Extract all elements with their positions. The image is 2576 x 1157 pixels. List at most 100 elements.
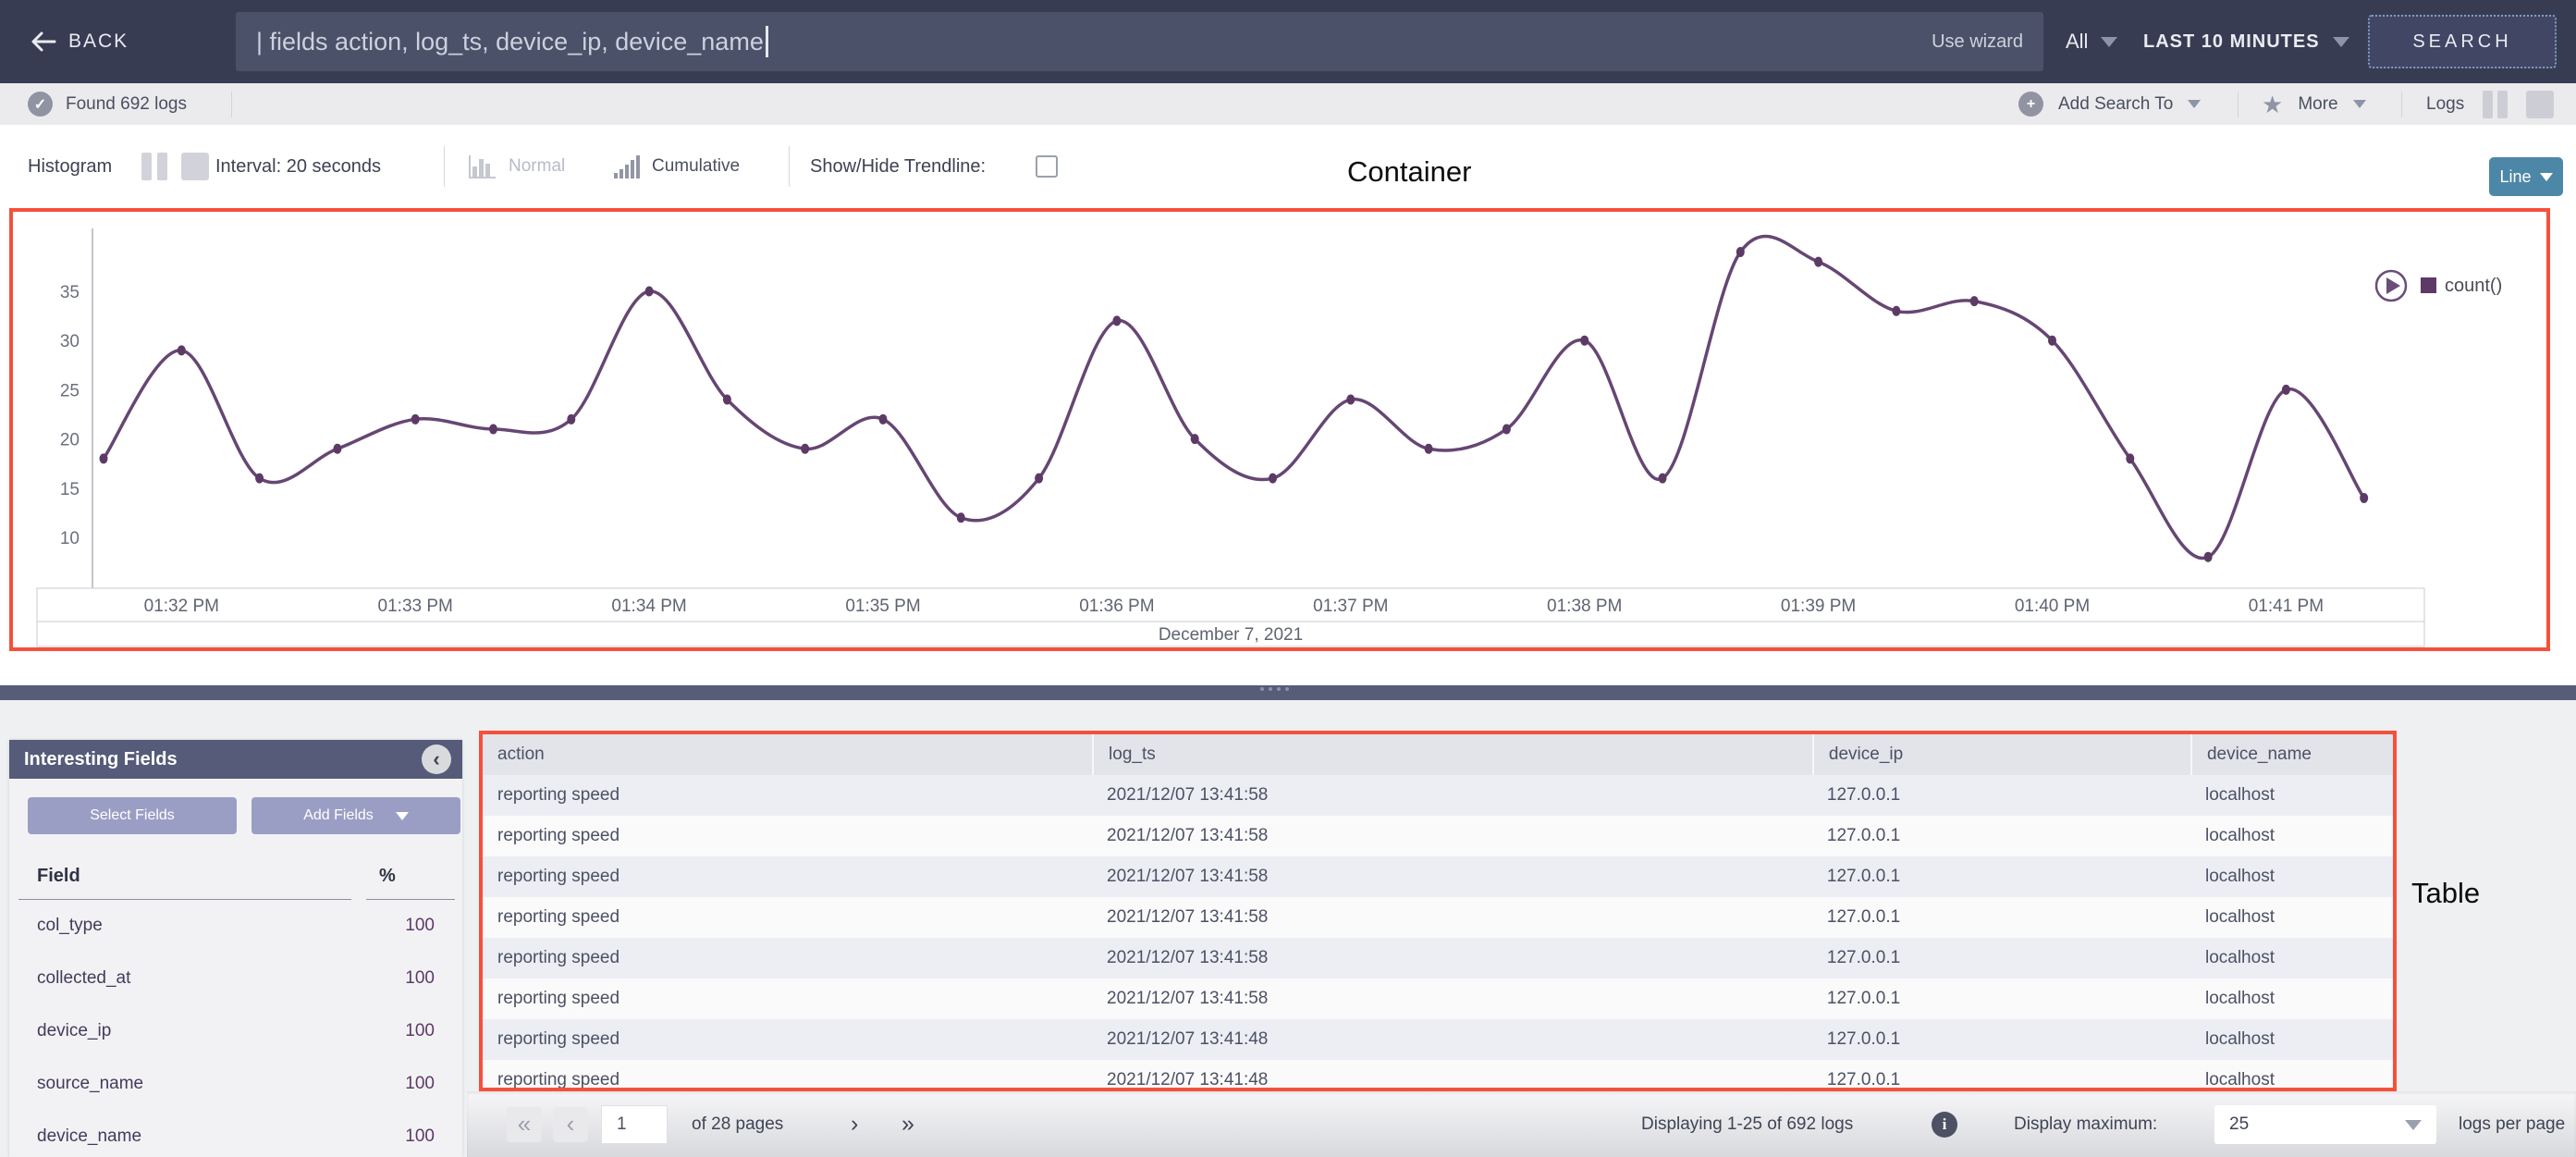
table-row[interactable]: reporting speed2021/12/07 13:41:58127.0.… <box>483 938 2393 979</box>
divider <box>2401 92 2402 117</box>
more-dropdown[interactable]: ★ More <box>2262 83 2366 125</box>
table-row[interactable]: reporting speed2021/12/07 13:41:48127.0.… <box>483 1060 2393 1091</box>
field-row[interactable]: device_ip100 <box>37 1021 435 1041</box>
x-tick-label: 01:36 PM <box>1079 597 1154 616</box>
cumulative-mode-button[interactable]: Cumulative <box>613 125 740 208</box>
data-point[interactable] <box>1191 434 1199 444</box>
data-point[interactable] <box>1659 474 1667 484</box>
data-point[interactable] <box>2282 385 2290 395</box>
data-point[interactable] <box>1112 315 1121 326</box>
use-wizard-link[interactable]: Use wizard <box>1932 31 2023 53</box>
data-point[interactable] <box>1346 395 1355 405</box>
display-maximum-select[interactable]: 25 <box>2214 1105 2436 1144</box>
chart-type-dropdown[interactable]: Line <box>2489 157 2563 196</box>
field-column-header: Field <box>37 866 80 887</box>
scope-value: All <box>2066 30 2088 54</box>
last-page-button[interactable]: » <box>902 1091 914 1157</box>
x-tick-label: 01:39 PM <box>1781 597 1856 616</box>
table-row[interactable]: reporting speed2021/12/07 13:41:48127.0.… <box>483 1019 2393 1060</box>
table-row[interactable]: reporting speed2021/12/07 13:41:58127.0.… <box>483 816 2393 856</box>
collapse-sidebar-button[interactable]: ‹ <box>422 745 451 774</box>
time-range-dropdown[interactable]: LAST 10 MINUTES <box>2143 0 2349 83</box>
data-point[interactable] <box>1503 424 1511 434</box>
table-row[interactable]: reporting speed2021/12/07 13:41:58127.0.… <box>483 856 2393 897</box>
table-cell: 2021/12/07 13:41:58 <box>1092 897 1812 938</box>
line-chart[interactable]: 35302520151001:32 PM01:33 PM01:34 PM01:3… <box>13 212 2546 647</box>
search-query-input[interactable]: | fields action, log_ts, device_ip, devi… <box>236 12 2043 71</box>
data-point[interactable] <box>411 414 420 425</box>
divider <box>366 899 455 900</box>
table-cell: 127.0.0.1 <box>1812 775 2190 816</box>
data-point[interactable] <box>879 414 888 425</box>
search-button[interactable]: SEARCH <box>2368 15 2557 68</box>
x-tick-label: 01:34 PM <box>611 597 686 616</box>
table-column-header[interactable]: device_name <box>2190 734 2393 775</box>
trendline-group: Show/Hide Trendline: <box>810 125 986 208</box>
data-point[interactable] <box>801 444 809 454</box>
next-page-button[interactable]: › <box>851 1091 858 1157</box>
table-row[interactable]: reporting speed2021/12/07 13:41:58127.0.… <box>483 979 2393 1019</box>
info-icon[interactable]: i <box>1932 1091 1957 1157</box>
data-point[interactable] <box>1970 296 1979 306</box>
prev-page-button[interactable]: ‹ <box>553 1091 588 1157</box>
data-point[interactable] <box>489 424 497 434</box>
table-row[interactable]: reporting speed2021/12/07 13:41:58127.0.… <box>483 775 2393 816</box>
table-cell: reporting speed <box>483 938 1092 979</box>
data-point[interactable] <box>1425 444 1433 454</box>
data-point[interactable] <box>1580 336 1589 346</box>
field-row[interactable]: device_name100 <box>37 1126 435 1147</box>
data-point[interactable] <box>1269 474 1277 484</box>
found-logs-text: Found 692 logs <box>66 94 187 115</box>
table-body: reporting speed2021/12/07 13:41:58127.0.… <box>483 775 2393 1091</box>
data-point[interactable] <box>2126 453 2134 463</box>
data-point[interactable] <box>255 474 264 484</box>
table-cell: 2021/12/07 13:41:58 <box>1092 856 1812 897</box>
field-row[interactable]: col_type100 <box>37 916 435 936</box>
data-point[interactable] <box>1035 474 1043 484</box>
data-point[interactable] <box>1736 247 1745 257</box>
add-fields-label: Add Fields <box>303 807 374 824</box>
first-page-button[interactable]: « <box>507 1091 542 1157</box>
chevron-down-icon <box>396 812 409 820</box>
cumulative-label: Cumulative <box>652 156 740 177</box>
data-point[interactable] <box>957 512 965 523</box>
table-cell: 2021/12/07 13:41:58 <box>1092 938 1812 979</box>
displaying-label: Displaying 1-25 of 692 logs <box>1641 1091 1853 1157</box>
add-search-to-dropdown[interactable]: + Add Search To <box>2018 83 2201 125</box>
data-point[interactable] <box>2048 336 2056 346</box>
field-percent: 100 <box>379 1074 435 1094</box>
data-point[interactable] <box>567 414 575 425</box>
table-cell: reporting speed <box>483 1060 1092 1091</box>
add-fields-dropdown[interactable]: Add Fields <box>251 797 460 834</box>
split-view-button[interactable] <box>2483 91 2508 118</box>
data-point[interactable] <box>2204 552 2213 562</box>
back-button[interactable]: BACK <box>30 0 129 83</box>
select-fields-button[interactable]: Select Fields <box>28 797 237 834</box>
table-cell: 127.0.0.1 <box>1812 856 2190 897</box>
data-point[interactable] <box>1892 306 1900 316</box>
table-column-header[interactable]: device_ip <box>1812 734 2190 775</box>
histogram-split-toggle[interactable] <box>141 125 167 208</box>
data-point[interactable] <box>1814 257 1822 267</box>
select-fields-label: Select Fields <box>90 807 175 824</box>
field-row[interactable]: collected_at100 <box>37 968 435 989</box>
data-point[interactable] <box>333 444 341 454</box>
scope-dropdown[interactable]: All <box>2066 0 2117 83</box>
table-column-header[interactable]: action <box>483 734 1092 775</box>
add-search-to-label: Add Search To <box>2058 94 2173 115</box>
data-point[interactable] <box>2360 493 2368 503</box>
page-number-input[interactable]: 1 <box>601 1105 668 1144</box>
back-label: BACK <box>68 31 129 53</box>
data-point[interactable] <box>100 453 108 463</box>
field-row[interactable]: source_name100 <box>37 1074 435 1094</box>
data-point[interactable] <box>645 287 654 297</box>
data-point[interactable] <box>178 345 186 355</box>
table-column-header[interactable]: log_ts <box>1092 734 1812 775</box>
full-view-button[interactable] <box>2526 91 2554 118</box>
table-row[interactable]: reporting speed2021/12/07 13:41:58127.0.… <box>483 897 2393 938</box>
x-tick-label: 01:32 PM <box>144 597 219 616</box>
data-point[interactable] <box>723 395 731 405</box>
trendline-checkbox[interactable] <box>1036 155 1058 178</box>
normal-mode-button[interactable]: Normal <box>468 125 565 208</box>
histogram-full-toggle[interactable] <box>181 125 209 208</box>
